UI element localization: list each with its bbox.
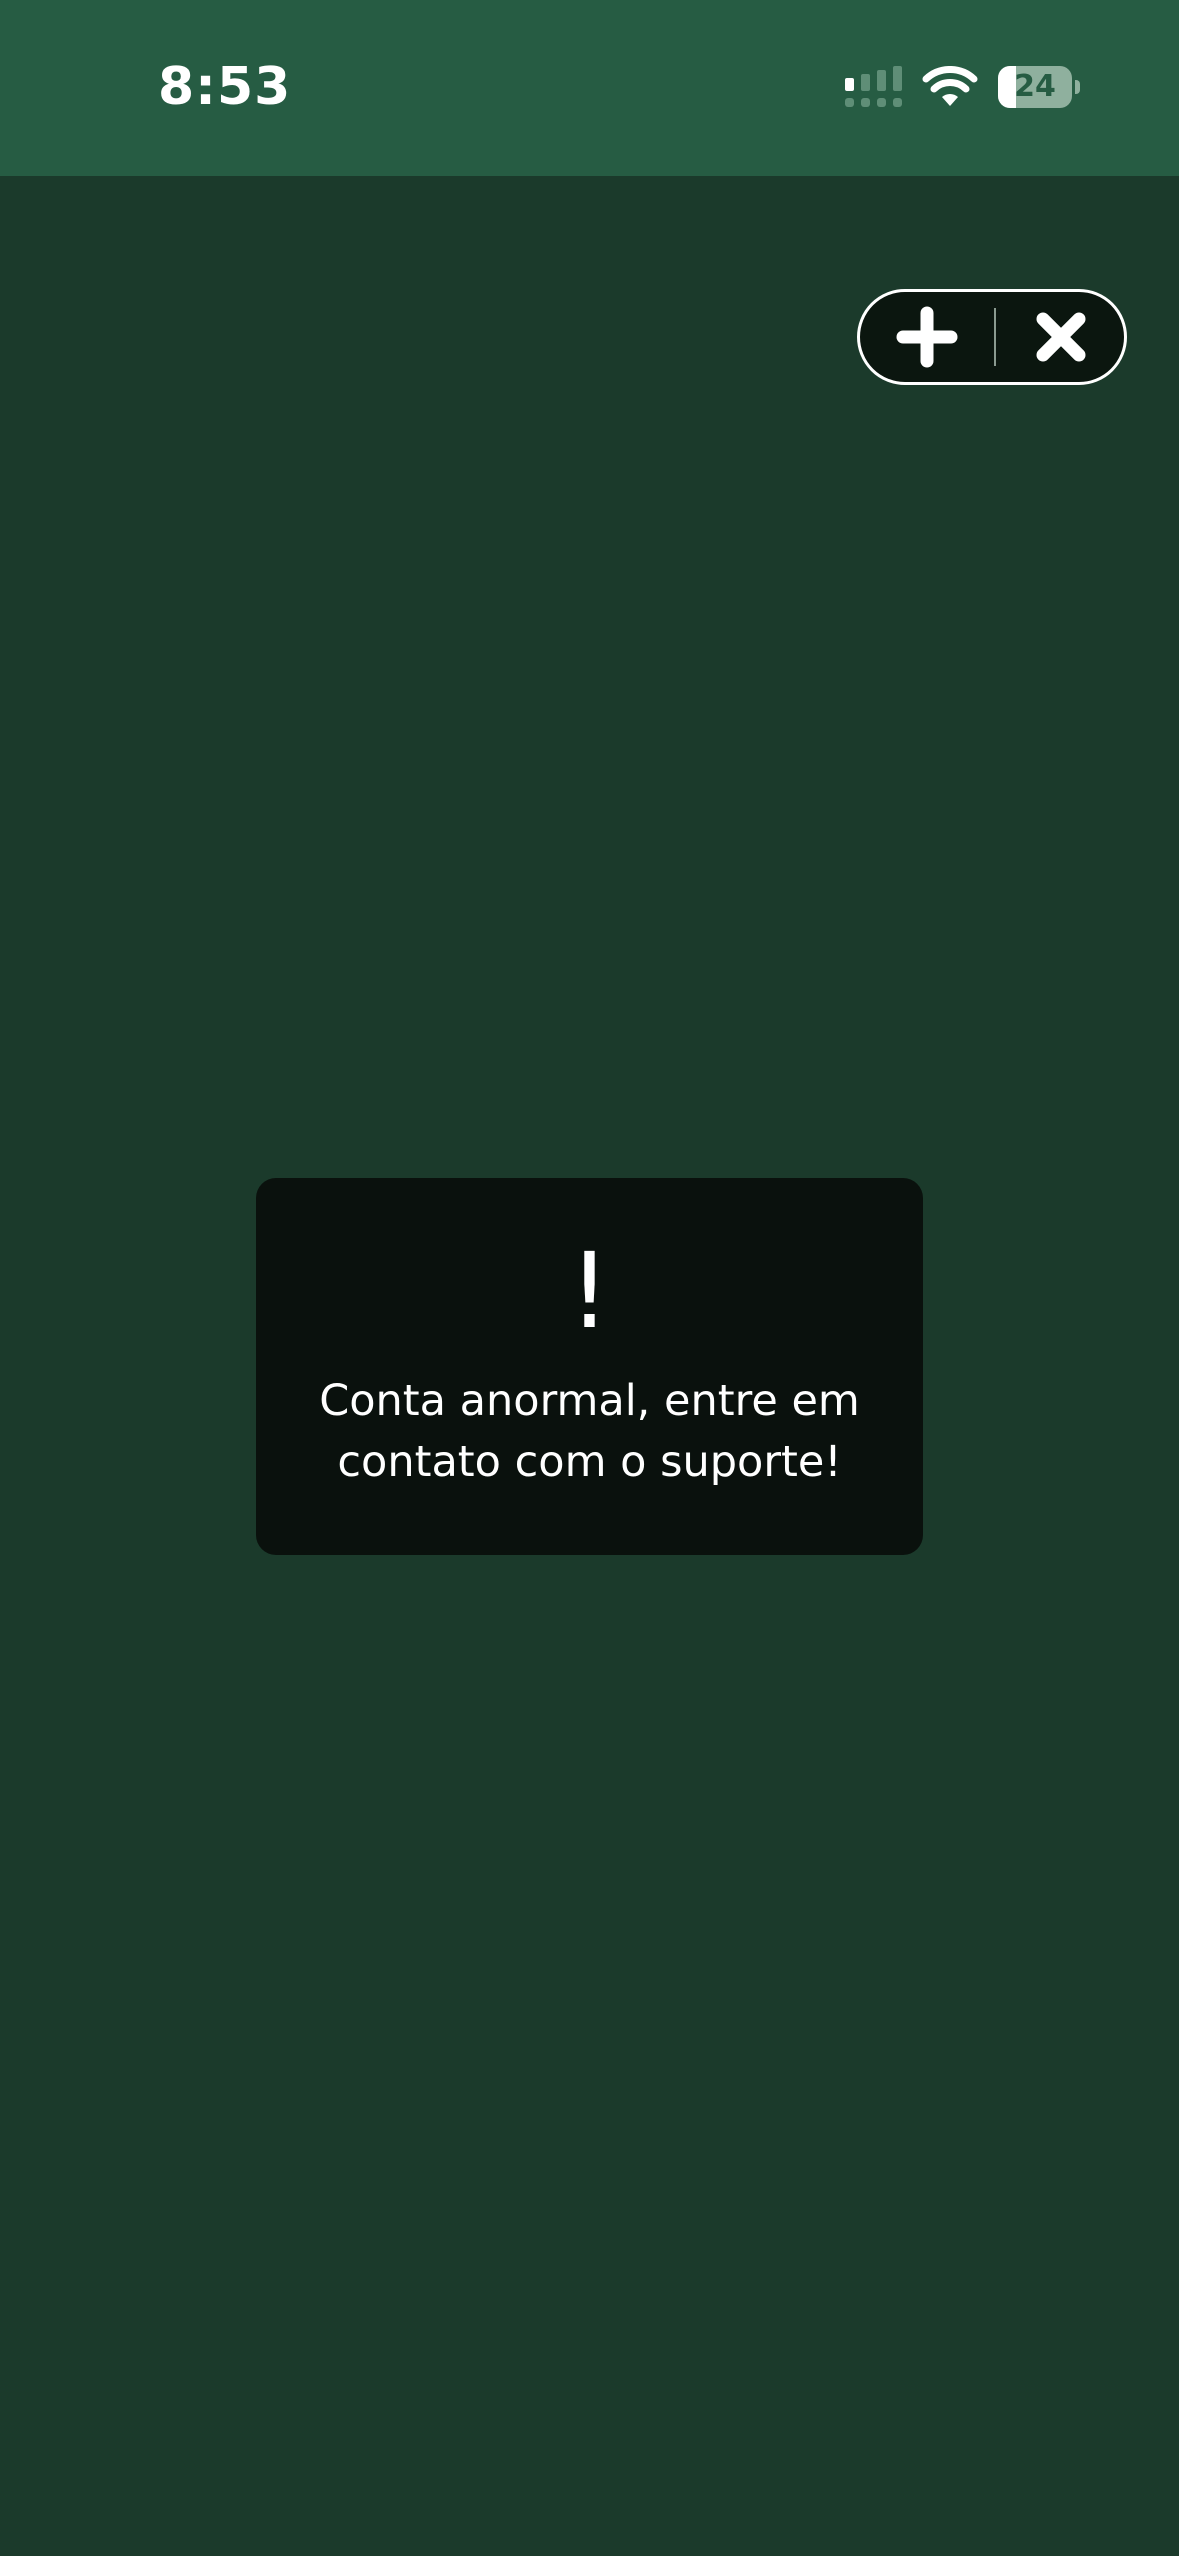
- mini-program-capsule: [857, 289, 1127, 385]
- battery-cap: [1075, 80, 1080, 94]
- status-time: 8:53: [158, 57, 292, 117]
- status-bar: 8:53 24: [0, 0, 1179, 176]
- plus-icon: [896, 306, 958, 368]
- error-toast: ! Conta anormal, entre em contato com o …: [256, 1178, 923, 1555]
- exclamation-icon: !: [568, 1230, 611, 1352]
- cellular-signal-icon: [845, 66, 902, 107]
- add-button[interactable]: [860, 292, 994, 382]
- battery-level: 24: [1014, 69, 1056, 104]
- battery-icon: 24: [998, 66, 1080, 108]
- close-icon: [1036, 312, 1086, 362]
- battery-body: 24: [998, 66, 1072, 108]
- close-button[interactable]: [994, 292, 1128, 382]
- wifi-icon: [922, 66, 978, 106]
- toast-message: Conta anormal, entre em contato com o su…: [319, 1376, 860, 1487]
